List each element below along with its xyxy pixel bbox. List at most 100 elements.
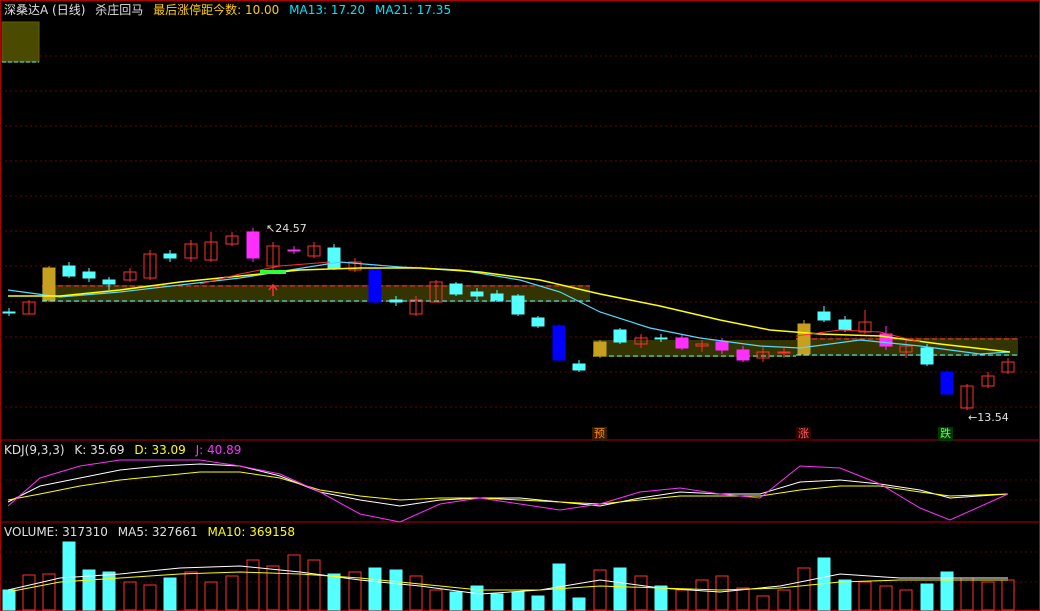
kdj-k-label: K: [74,443,87,457]
volume-bar [511,591,525,611]
candle-body [490,293,504,301]
candle-body [838,319,852,331]
volume-bar [715,575,729,611]
kdj-j-value: 40.89 [207,443,242,457]
volume-readout: VOLUME: 317310 [4,525,108,539]
volume-bar [736,587,750,611]
ma13-value: 17.20 [330,3,366,17]
volume-bar [490,593,504,611]
candle-body [736,349,750,361]
candle-body [654,337,668,340]
candle-body [82,271,96,279]
volume-bar [184,571,198,611]
candle-body [102,279,116,285]
signal-rise[interactable]: 涨 [796,427,811,441]
volume-bar [368,567,382,611]
volume-bar [409,575,423,611]
candle-body [287,249,301,252]
candle-body [389,299,403,303]
low-price-value: 13.54 [977,411,1009,424]
volume-bar [2,589,16,611]
candle-body [449,283,463,295]
last-limit-days-label: 最后涨停距今数: [153,3,242,17]
volume-bar [695,579,709,611]
candle-body [777,351,791,354]
candle-body [531,317,545,327]
volume-bar [777,589,791,611]
volume-bar [163,577,177,611]
candle-body [368,267,382,303]
zone-2 [593,340,796,357]
volume-bar [225,575,239,611]
volume-bar [858,581,872,611]
kdj-panel-header: KDJ(9,3,3) K: 35.69 D: 33.09 J: 40.89 [4,442,247,458]
last-limit-days-value: 10.00 [244,3,280,17]
candle-body [62,265,76,277]
volume-bar [204,581,218,611]
stock-title[interactable]: 深桑达A (日线) [4,3,85,17]
volume-bar [654,585,668,611]
volume-bar [675,589,689,611]
volume-bar [981,581,995,611]
low-price-label: ←13.54 [968,411,1009,424]
candle-body [817,311,831,321]
kdj-d-value: 33.09 [151,443,186,457]
legend-box [1,21,40,63]
kdj-k: K: 35.69 [74,443,124,457]
volume-bar [143,584,157,611]
volume-bar [102,571,116,611]
kdj-k-value: 35.69 [90,443,125,457]
kdj-d-line [7,471,1009,505]
zone-1 [42,285,590,302]
ma21-readout: MA21: 17.35 [375,3,451,17]
volume-bar [838,579,852,611]
ma13-label: MA13: [289,3,327,17]
volume-ma5-label: MA5: [117,525,149,539]
candle-body [246,231,260,259]
candle-body [327,247,341,269]
volume-ma10-label: MA10: [207,525,246,539]
volume-bar [531,595,545,611]
candle-body [675,337,689,349]
volume-bar [1001,579,1015,611]
candle-body [613,329,627,343]
kdj-j: J: 40.89 [196,443,242,457]
volume-bar [920,583,934,611]
volume-panel-header: VOLUME: 317310 MA5: 327661 MA10: 369158 [4,524,301,540]
candle-body [2,311,16,314]
kdj-j-label: J: [195,443,204,457]
signal-fall[interactable]: 跌 [938,427,953,441]
candle-body [511,295,525,315]
kdj-title[interactable]: KDJ(9,3,3) [4,443,65,457]
candle-body [940,371,954,395]
volume-title[interactable]: VOLUME: [4,525,58,539]
volume-bar [429,589,443,611]
signal-pre[interactable]: 预 [592,427,607,441]
ma21-label: MA21: [375,3,413,17]
volume-bar [899,589,913,611]
candle-body [593,341,607,357]
candle-body [572,363,586,371]
green-marker [260,270,286,274]
volume-value: 317310 [62,525,108,539]
high-price-value: 24.57 [275,222,307,235]
high-price-label: ↖24.57 [266,222,307,235]
volume-bar [327,573,341,611]
volume-bar [634,575,648,611]
candle-body [470,291,484,297]
ma21-value: 17.35 [416,3,452,17]
volume-bar [593,569,607,611]
volume-bar [879,585,893,611]
kdj-j-line [7,459,1009,523]
indicator-name[interactable]: 杀庄回马 [95,3,143,17]
candle-body [715,341,729,351]
volume-bar [756,595,770,611]
candle-body [163,253,177,259]
chart-canvas[interactable] [0,0,1040,611]
volume-bar [389,569,403,611]
volume-bar [307,559,321,611]
main-panel-header: 深桑达A (日线) 杀庄回马 最后涨停距今数: 10.00 MA13: 17.2… [4,2,457,18]
volume-ma5: MA5: 327661 [118,525,198,539]
volume-ma10-value: 369158 [249,525,295,539]
candle-body [920,347,934,365]
